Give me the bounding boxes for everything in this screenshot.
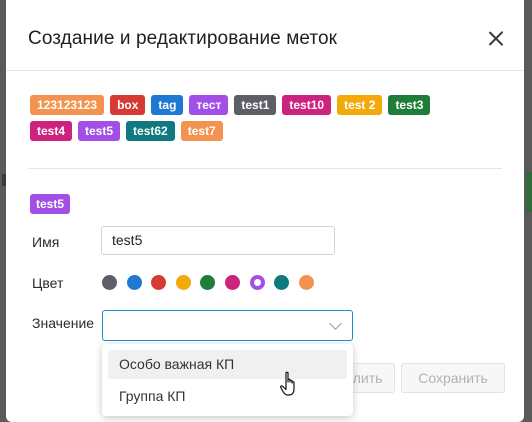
tag-row: 123123123 box tag тест test1 test10 test 2 test… [30, 95, 500, 121]
dropdown-option[interactable]: Группа КП [108, 382, 347, 411]
tag-chip[interactable]: test10 [282, 95, 332, 115]
color-swatch-orange[interactable] [298, 275, 314, 290]
color-swatch-purple[interactable] [249, 275, 265, 290]
hand-cursor-icon [280, 371, 295, 396]
value-dropdown-menu: Особо важная КП Группа КП [102, 344, 353, 416]
tag-list: 123123123 box tag тест test1 test10 test 2 test… [30, 95, 500, 147]
color-swatch-gray[interactable] [102, 275, 117, 290]
tag-chip[interactable]: tag [151, 95, 184, 115]
dropdown-option[interactable]: Особо важная КП [108, 350, 347, 379]
value-label: Значение [32, 315, 95, 331]
tag-row: test4 test5 test62 test7 [30, 121, 500, 147]
chevron-down-icon [329, 317, 342, 330]
color-swatch-blue[interactable] [126, 275, 142, 290]
color-swatch-teal[interactable] [274, 275, 290, 290]
section-divider [28, 168, 502, 169]
save-button[interactable]: Сохранить [401, 363, 505, 393]
background-marker [526, 172, 532, 212]
tag-chip[interactable]: test7 [180, 121, 223, 141]
tag-chip[interactable]: 123123123 [30, 95, 105, 115]
header-divider [6, 70, 524, 71]
tag-chip[interactable]: тест [189, 95, 229, 115]
tag-chip[interactable]: test1 [234, 95, 277, 115]
tag-chip[interactable]: box [110, 95, 146, 115]
color-label: Цвет [32, 275, 64, 291]
name-label: Имя [32, 234, 60, 250]
color-swatch-yellow[interactable] [175, 275, 191, 290]
background-right-edge [524, 0, 532, 422]
tag-chip[interactable]: test 2 [337, 95, 383, 115]
color-swatch-red[interactable] [151, 275, 167, 290]
tag-chip[interactable]: test5 [78, 121, 121, 141]
modal-title: Создание и редактирование меток [28, 28, 338, 49]
selected-tag-preview: test5 [30, 194, 71, 214]
tag-chip[interactable]: test3 [388, 95, 431, 115]
tag-chip[interactable]: test62 [126, 121, 175, 141]
color-swatch-green[interactable] [200, 275, 216, 290]
value-select[interactable] [102, 310, 353, 341]
color-swatch-magenta[interactable] [225, 275, 240, 290]
close-icon[interactable] [486, 28, 506, 48]
tag-editor-modal: Создание и редактирование меток 12312312… [6, 0, 524, 422]
tag-chip[interactable]: test4 [30, 121, 73, 141]
name-input[interactable]: test5 [101, 226, 335, 255]
